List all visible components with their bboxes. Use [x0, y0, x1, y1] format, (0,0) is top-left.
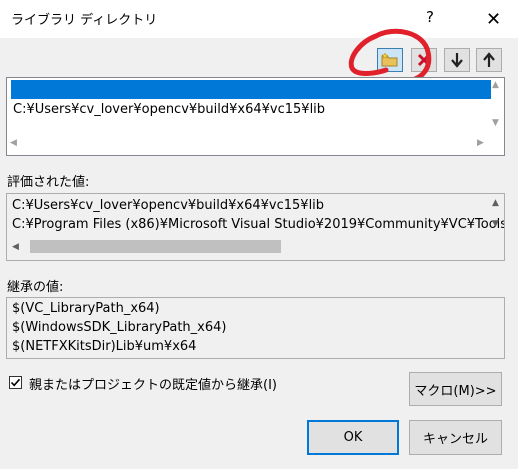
inherit-checkbox-label[interactable]: 親またはプロジェクトの既定値から継承(I)	[29, 374, 277, 393]
scroll-thumb[interactable]	[30, 240, 281, 253]
delete-icon	[417, 53, 431, 67]
evaluated-horizontal-scrollbar[interactable]: ◀	[8, 237, 488, 257]
scroll-up-icon[interactable]: ▲	[492, 198, 499, 208]
scroll-down-icon[interactable]: ▼	[492, 118, 499, 128]
inherited-values-label: 継承の値:	[7, 280, 64, 295]
macro-button[interactable]: マクロ(M)>>	[409, 372, 502, 406]
checkmark-icon	[10, 378, 21, 387]
list-item[interactable]: C:¥Users¥cv_lover¥opencv¥build¥x64¥vc15¥…	[11, 100, 325, 119]
inherited-line: $(WindowsSDK_LibraryPath_x64)	[12, 320, 227, 335]
ok-button[interactable]: OK	[307, 420, 399, 455]
move-up-button[interactable]	[476, 48, 502, 72]
move-down-icon	[451, 53, 463, 68]
list-item-selected[interactable]	[11, 80, 491, 99]
inherited-line: $(NETFXKitsDir)Lib¥um¥x64	[12, 339, 197, 354]
evaluated-line: C:¥Program Files (x86)¥Microsoft Visual …	[12, 217, 505, 232]
evaluated-values-label: 評価された値:	[7, 175, 90, 190]
evaluated-values-box: C:¥Users¥cv_lover¥opencv¥build¥x64¥vc15¥…	[6, 193, 505, 261]
move-up-icon	[483, 52, 495, 67]
evaluated-vertical-scrollbar[interactable]: ▲ ▼	[488, 194, 504, 260]
new-line-button[interactable]	[377, 48, 403, 72]
close-button[interactable]: ✕	[469, 0, 518, 38]
inherit-checkbox[interactable]	[9, 376, 22, 389]
scroll-down-icon[interactable]: ▼	[492, 219, 499, 229]
cancel-button[interactable]: キャンセル	[409, 420, 502, 455]
vertical-scrollbar[interactable]: ▲ ▼	[489, 80, 504, 135]
close-icon: ✕	[485, 8, 502, 30]
inherited-line: $(VC_LibraryPath_x64)	[12, 301, 160, 316]
new-folder-icon	[381, 52, 398, 67]
directory-list[interactable]: C:¥Users¥cv_lover¥opencv¥build¥x64¥vc15¥…	[6, 77, 505, 156]
horizontal-scrollbar[interactable]: ◀ ▶	[9, 135, 489, 152]
window-title: ライブラリ ディレクトリ	[11, 13, 158, 28]
evaluated-line: C:¥Users¥cv_lover¥opencv¥build¥x64¥vc15¥…	[12, 198, 325, 213]
scroll-up-icon[interactable]: ▲	[492, 80, 499, 90]
scroll-right-icon[interactable]: ▶	[477, 138, 484, 148]
inherited-values-box: $(VC_LibraryPath_x64) $(WindowsSDK_Libra…	[6, 297, 505, 359]
move-down-button[interactable]	[444, 48, 470, 72]
help-button[interactable]: ?	[420, 8, 440, 26]
scroll-left-icon[interactable]: ◀	[10, 138, 17, 148]
scroll-left-icon[interactable]: ◀	[12, 242, 19, 252]
delete-button[interactable]	[411, 48, 437, 72]
